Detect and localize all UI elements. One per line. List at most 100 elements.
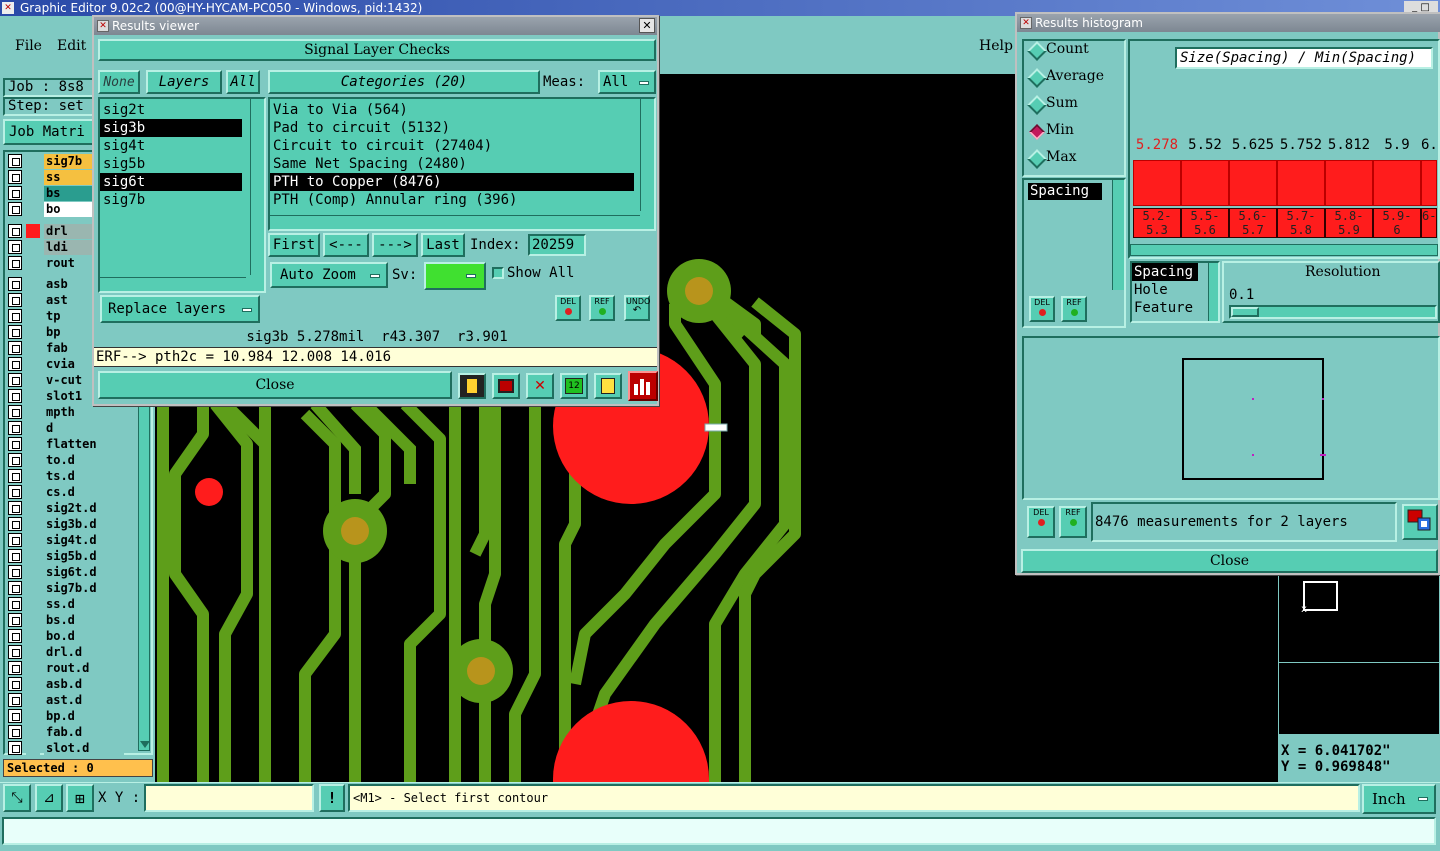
layer-row[interactable]: bp.d <box>8 708 124 724</box>
layer-checkbox[interactable] <box>8 293 22 307</box>
layer-color-swatch[interactable] <box>26 405 40 419</box>
results-viewer-close-button[interactable]: Close <box>98 371 452 399</box>
layer-row[interactable]: to.d <box>8 452 124 468</box>
layer-name[interactable]: sig6t.d <box>44 564 124 580</box>
histogram-bar[interactable] <box>1373 160 1421 206</box>
layer-color-swatch[interactable] <box>26 240 40 254</box>
layer-color-swatch[interactable] <box>26 421 40 435</box>
layer-row[interactable]: cs.d <box>8 484 124 500</box>
layer-checkbox[interactable] <box>8 677 22 691</box>
layer-color-swatch[interactable] <box>26 661 40 675</box>
histogram-bar[interactable] <box>1277 160 1325 206</box>
layer-color-swatch[interactable] <box>26 517 40 531</box>
menu-file[interactable]: File <box>15 38 42 54</box>
index-input[interactable] <box>528 234 586 256</box>
layer-list-item[interactable]: sig7b <box>100 191 242 209</box>
layer-row[interactable]: mpth <box>8 404 124 420</box>
layer-checkbox[interactable] <box>8 501 22 515</box>
layer-color-swatch[interactable] <box>26 186 40 200</box>
layer-color-swatch[interactable] <box>26 325 40 339</box>
layer-checkbox[interactable] <box>8 453 22 467</box>
mode-label[interactable]: Min <box>1046 122 1074 138</box>
layer-checkbox[interactable] <box>8 373 22 387</box>
layer-color-swatch[interactable] <box>26 309 40 323</box>
layer-checkbox[interactable] <box>8 661 22 675</box>
category-list-vscroll[interactable] <box>640 99 654 211</box>
layer-color-swatch[interactable] <box>26 485 40 499</box>
layer-checkbox[interactable] <box>8 645 22 659</box>
layer-row[interactable]: sig2t.d <box>8 500 124 516</box>
histogram-bar[interactable] <box>1181 160 1229 206</box>
hist-del-button[interactable]: DEL <box>1029 296 1055 322</box>
layer-list-item[interactable]: sig3b <box>100 119 242 137</box>
layer-checkbox[interactable] <box>8 325 22 339</box>
layer-name[interactable]: d <box>44 420 124 436</box>
histogram-bar[interactable] <box>1325 160 1373 206</box>
layer-checkbox[interactable] <box>8 629 22 643</box>
layer-checkbox[interactable] <box>8 725 22 739</box>
layer-checkbox[interactable] <box>8 341 22 355</box>
layer-color-swatch[interactable] <box>26 373 40 387</box>
overview-map[interactable]: x <box>1278 575 1440 735</box>
mode-label[interactable]: Average <box>1046 68 1104 84</box>
layers-none-button[interactable]: None <box>98 70 140 94</box>
layer-list-item[interactable]: sig2t <box>100 101 242 119</box>
layer-name[interactable]: fab.d <box>44 724 124 740</box>
message-button[interactable]: ! <box>319 784 345 812</box>
layer-color-swatch[interactable] <box>26 709 40 723</box>
results-viewer-titlebar[interactable]: ✕ Results viewer <box>94 17 657 35</box>
layer-color-swatch[interactable] <box>26 154 40 168</box>
category-item[interactable]: Circuit to circuit (27404) <box>270 137 634 155</box>
layer-row[interactable]: sig5b.d <box>8 548 124 564</box>
layer-color-swatch[interactable] <box>26 629 40 643</box>
layer-checkbox[interactable] <box>8 357 22 371</box>
last-button[interactable]: Last <box>421 233 465 257</box>
layer-color-swatch[interactable] <box>26 549 40 563</box>
layer-row[interactable]: bs.d <box>8 612 124 628</box>
histogram-bin-label[interactable]: 5.5- 5.6 <box>1181 208 1229 238</box>
layer-checkbox[interactable] <box>8 224 22 238</box>
layers-button[interactable]: Layers <box>146 70 222 94</box>
layer-name[interactable]: ts.d <box>44 468 124 484</box>
snapshot-icon[interactable] <box>492 373 520 399</box>
layer-list-item[interactable]: sig4t <box>100 137 242 155</box>
menu-help[interactable]: Help <box>979 38 1013 54</box>
layer-color-swatch[interactable] <box>26 645 40 659</box>
layer-checkbox[interactable] <box>8 186 22 200</box>
layer-checkbox[interactable] <box>8 485 22 499</box>
layer-list-item[interactable]: sig5b <box>100 155 242 173</box>
layer-row[interactable]: sig4t.d <box>8 532 124 548</box>
layer-checkbox[interactable] <box>8 240 22 254</box>
histogram-hscroll[interactable] <box>1130 244 1438 256</box>
layer-name[interactable]: sig7b.d <box>44 580 124 596</box>
layer-color-swatch[interactable] <box>26 293 40 307</box>
layer-name[interactable]: to.d <box>44 452 124 468</box>
layer-name[interactable]: sig2t.d <box>44 500 124 516</box>
histogram-bin-label[interactable]: 5.7- 5.8 <box>1277 208 1325 238</box>
category-item[interactable]: PTH (Comp) Annular ring (396) <box>270 191 634 209</box>
category-item[interactable]: Via to Via (564) <box>270 101 634 119</box>
layer-checkbox[interactable] <box>8 533 22 547</box>
mode-label[interactable]: Count <box>1046 41 1089 57</box>
layer-checkbox[interactable] <box>8 741 22 755</box>
layer-color-swatch[interactable] <box>26 741 40 755</box>
histogram-bar[interactable] <box>1229 160 1277 206</box>
layer-name[interactable]: asb.d <box>44 676 124 692</box>
layer-color-swatch[interactable] <box>26 725 40 739</box>
layer-color-swatch[interactable] <box>26 693 40 707</box>
layer-list-vscroll[interactable] <box>250 99 262 275</box>
layer-name[interactable]: ast.d <box>44 692 124 708</box>
layer-color-swatch[interactable] <box>26 224 40 238</box>
layer-row[interactable]: flatten <box>8 436 124 452</box>
layer-name[interactable]: drl.d <box>44 644 124 660</box>
layer-row[interactable]: d <box>8 420 124 436</box>
layer-row[interactable]: slot.d <box>8 740 124 756</box>
layer-color-swatch[interactable] <box>26 256 40 270</box>
results-viewer-close-icon[interactable]: ✕ <box>639 18 655 33</box>
layer-select-list[interactable]: sig2t sig3b sig4t sig5b sig6t sig7b <box>98 97 266 293</box>
layer-checkbox[interactable] <box>8 709 22 723</box>
layer-row[interactable]: sig3b.d <box>8 516 124 532</box>
layer-row[interactable]: ts.d <box>8 468 124 484</box>
histogram-bin-label[interactable]: 5.6- 5.7 <box>1229 208 1277 238</box>
category-list[interactable]: Via to Via (564) Pad to circuit (5132) Cir… <box>268 97 656 231</box>
